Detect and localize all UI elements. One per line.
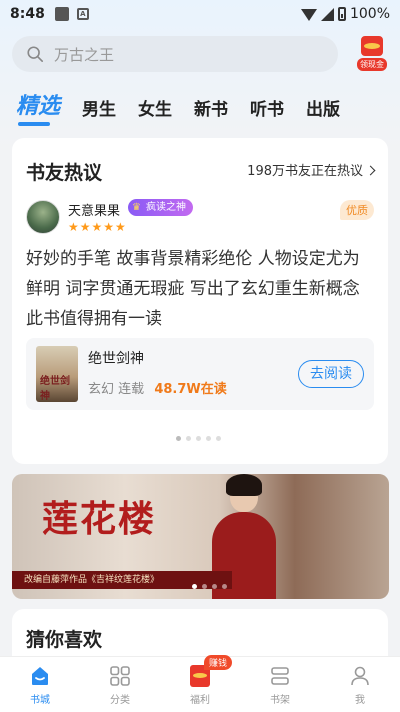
book-cover: 绝世剑神 — [36, 346, 78, 402]
tab-audiobooks[interactable]: 听书 — [250, 95, 284, 120]
banner-indicator — [192, 584, 227, 589]
avatar[interactable] — [26, 200, 60, 234]
cash-reward-label: 领现金 — [357, 58, 387, 71]
signal-icon — [320, 7, 334, 21]
go-read-button[interactable]: 去阅读 — [298, 360, 364, 388]
status-bar: 8:48 A 100% — [0, 0, 400, 28]
carousel-dot — [206, 436, 211, 441]
banner-dot — [222, 584, 227, 589]
battery-level: 100% — [349, 6, 390, 22]
reviewer-name: 天意果果 — [68, 204, 121, 219]
battery-icon — [337, 7, 346, 21]
book-status: 连载 — [118, 382, 145, 397]
discussion-card: 书友热议 198万书友正在热议 天意果果 疯读之神 ★★★★★ 优质 好妙的手笔… — [12, 138, 388, 464]
search-icon — [27, 46, 44, 63]
tab-featured[interactable]: 精选 — [16, 88, 60, 126]
nav-welfare[interactable]: 赚钱 福利 — [160, 655, 240, 712]
status-time: 8:48 — [10, 6, 45, 22]
search-placeholder: 万古之王 — [54, 45, 115, 64]
book-readers: 48.7W在读 — [154, 382, 227, 397]
carousel-dot — [196, 436, 201, 441]
tab-male[interactable]: 男生 — [82, 95, 116, 120]
nav-profile[interactable]: 我 — [320, 657, 400, 712]
tab-female[interactable]: 女生 — [138, 95, 172, 120]
book-genre: 玄幻 — [88, 382, 115, 397]
nav-bookshelf[interactable]: 书架 — [240, 657, 320, 712]
chevron-right-icon — [365, 165, 376, 176]
rating-stars: ★★★★★ — [68, 220, 127, 234]
grid-icon — [110, 666, 130, 686]
cash-reward-button[interactable]: 领现金 — [352, 36, 392, 74]
banner-dot — [202, 584, 207, 589]
banner-dot — [192, 584, 197, 589]
notification-icon — [54, 7, 69, 21]
user-icon — [351, 666, 369, 686]
tab-new-books[interactable]: 新书 — [194, 95, 228, 120]
earn-money-badge: 赚钱 — [204, 655, 233, 670]
bookshelf-icon — [271, 667, 289, 685]
nav-category[interactable]: 分类 — [80, 657, 160, 712]
app-notification-icon: A — [76, 8, 89, 20]
recommend-title: 猜你喜欢 — [26, 629, 103, 651]
nav-label: 书城 — [30, 695, 50, 706]
search-bar[interactable]: 万古之王 — [12, 36, 338, 72]
bottom-nav: 书城 分类 赚钱 福利 书架 我 — [0, 655, 400, 712]
discussion-title: 书友热议 — [26, 162, 103, 184]
nav-label: 分类 — [110, 695, 130, 706]
promo-banner[interactable]: 莲花楼 改编自藤萍作品《吉祥纹莲花楼》 — [12, 474, 389, 599]
bookstore-icon — [32, 667, 48, 685]
wifi-icon — [300, 9, 317, 21]
carousel-dot — [186, 436, 191, 441]
book-cover-title: 绝世剑神 — [40, 376, 70, 402]
discussion-more-link[interactable]: 198万书友正在热议 — [247, 160, 376, 179]
reviewer-badge: 疯读之神 — [128, 199, 193, 216]
nav-label: 我 — [355, 695, 365, 706]
book-meta: 玄幻 连载 48.7W在读 — [88, 378, 227, 397]
review-text[interactable]: 好妙的手笔 故事背景精彩绝伦 人物设定尤为鲜明 词字贯通无瑕疵 写出了玄幻重生新… — [26, 244, 376, 328]
category-tabs: 精选 男生 女生 新书 听书 出版 — [16, 88, 362, 126]
tab-published[interactable]: 出版 — [306, 95, 340, 120]
carousel-dot — [176, 436, 181, 441]
quality-tag: 优质 — [340, 200, 374, 220]
nav-bookstore[interactable]: 书城 — [0, 657, 80, 712]
carousel-indicator — [176, 436, 221, 441]
book-title: 绝世剑神 — [88, 351, 144, 367]
red-packet-icon — [361, 36, 383, 56]
book-card[interactable]: 绝世剑神 绝世剑神 玄幻 连载 48.7W在读 去阅读 — [26, 338, 374, 410]
discussion-count: 198万书友正在热议 — [247, 164, 363, 179]
nav-label: 福利 — [190, 695, 210, 706]
banner-dot — [212, 584, 217, 589]
nav-label: 书架 — [270, 695, 290, 706]
carousel-dot — [216, 436, 221, 441]
banner-title: 莲花楼 — [42, 498, 157, 540]
